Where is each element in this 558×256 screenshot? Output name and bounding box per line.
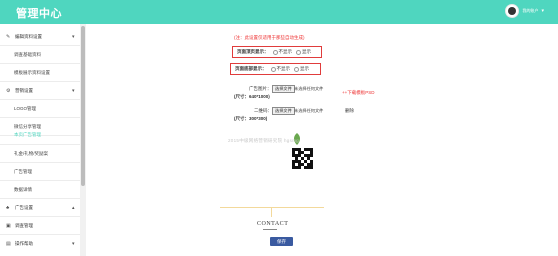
sidebar-item-survey-basics[interactable]: 调查基础资料: [0, 46, 80, 63]
contact-heading: CONTACT: [257, 221, 289, 227]
grid-icon: ▣: [6, 222, 11, 229]
sidebar-group-label: 操作帮助: [15, 240, 33, 246]
ad-image-file-status: 未选择任何文件: [294, 86, 324, 91]
user-menu[interactable]: 我的账户 ▾: [505, 4, 544, 18]
sidebar-group-ads[interactable]: ♣ 广告设置 ▴: [0, 199, 80, 216]
ad-image-label: 广告图片：: [249, 86, 272, 91]
bottom-ad-show-radio[interactable]: 显示: [294, 66, 309, 72]
sidebar-group-survey[interactable]: ▣ 调查管理: [0, 217, 80, 234]
top-ad-setting: 页面顶页显示： 不显示 显示: [232, 46, 322, 58]
sidebar-item-logo[interactable]: LOGO管理: [0, 100, 80, 117]
sidebar-group-marketing[interactable]: ⚙ 营销设置 ▾: [0, 82, 80, 99]
bottom-ad-setting: 页面底部显示： 不显示 显示: [230, 63, 321, 75]
image-preview: 2015中级网络营销研究院 hgsmg: [200, 105, 360, 180]
settings-note: (注：此设置仅适用于那些自动生成): [234, 35, 305, 40]
top-ad-hide-radio[interactable]: 不显示: [272, 49, 293, 55]
avatar[interactable]: [505, 4, 520, 18]
ad-image-size-hint: (尺寸：640*1000): [234, 94, 270, 99]
radio-icon: [270, 66, 276, 72]
contact-underline: [263, 229, 277, 230]
chevron-down-icon: ▾: [72, 240, 75, 247]
avatar-icon: [508, 7, 517, 15]
edit-icon: ✎: [6, 33, 11, 40]
chevron-up-icon: ▴: [72, 204, 75, 211]
sidebar-group-label: 编辑资料设置: [15, 33, 42, 39]
sidebar-item-ad-management[interactable]: 广告管理: [0, 163, 80, 180]
sidebar-group-label: 调查管理: [15, 222, 33, 228]
bottom-ad-label: 页面底部显示：: [235, 66, 267, 71]
ad-image-choose-button[interactable]: 选择文件: [272, 85, 295, 93]
radio-icon: [272, 49, 278, 55]
sidebar-item-template-settings[interactable]: 模板展示资料设置: [0, 64, 80, 81]
save-button[interactable]: 保存: [270, 237, 293, 246]
top-ad-show-radio[interactable]: 显示: [296, 49, 311, 55]
chevron-down-icon: ▾: [72, 87, 75, 94]
radio-label: 不显示: [278, 49, 293, 54]
sidebar-item-page-ads[interactable]: 本页广告管理: [0, 126, 80, 143]
gear-icon: ⚙: [6, 87, 11, 94]
radio-label: 不显示: [276, 66, 291, 71]
sidebar-group-label: 营销设置: [15, 87, 33, 93]
top-bar: 管理中心 我的账户 ▾: [0, 0, 558, 24]
radio-icon: [296, 49, 301, 55]
contact-divider: [220, 207, 324, 208]
download-psd-link[interactable]: ++下载模板PSD: [342, 90, 375, 96]
radio-label: 显示: [300, 66, 309, 71]
sidebar-group-profile[interactable]: ✎ 编辑资料设置 ▾: [0, 28, 80, 45]
sidebar-scroll-thumb[interactable]: [81, 26, 85, 186]
qr-code-image: [292, 148, 313, 169]
bottom-ad-hide-radio[interactable]: 不显示: [270, 66, 291, 72]
sidebar-item-gifts[interactable]: 礼金/礼物/奖励案: [0, 145, 80, 162]
user-name[interactable]: 我的账户: [522, 8, 538, 14]
radio-label: 显示: [302, 49, 311, 54]
radio-icon: [294, 66, 299, 72]
app-title: 管理中心: [16, 8, 62, 20]
book-icon: ▤: [6, 240, 11, 247]
top-ad-label: 页面顶页显示：: [237, 49, 269, 54]
sidebar-item-data-details[interactable]: 数据详情: [0, 181, 80, 198]
sidebar-group-label: 广告设置: [15, 204, 33, 210]
contact-divider-tick: [271, 207, 272, 217]
watermark-text: 2015中级网络营销研究院 hgsmg: [228, 138, 299, 143]
chevron-down-icon[interactable]: ▾: [541, 8, 544, 14]
chevron-down-icon: ▾: [72, 33, 75, 40]
club-icon: ♣: [6, 204, 10, 211]
sidebar-group-help[interactable]: ▤ 操作帮助 ▾: [0, 235, 80, 252]
